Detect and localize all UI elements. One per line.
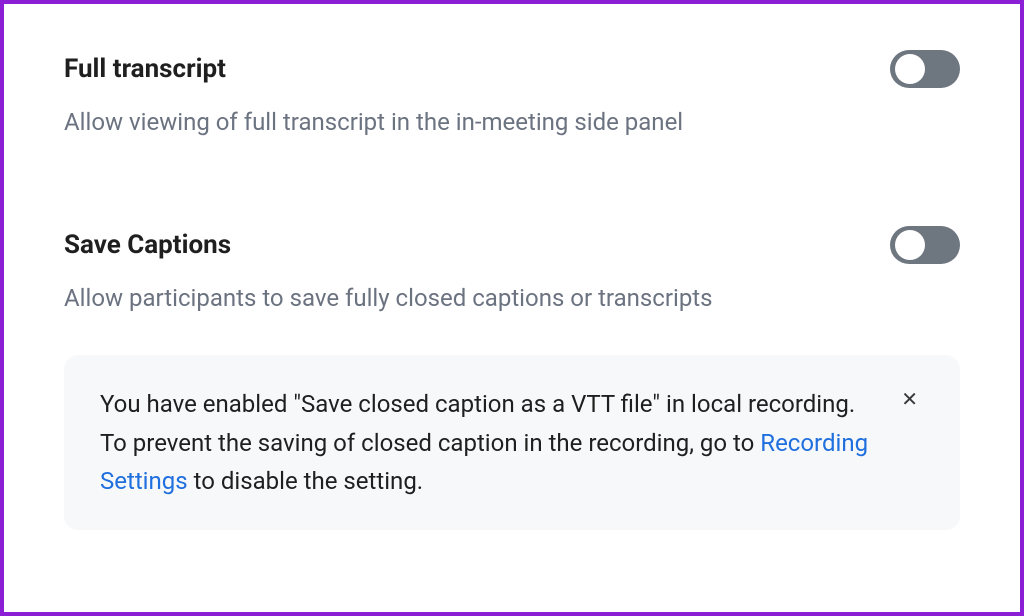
setting-full-transcript: Full transcript Allow viewing of full tr… [64, 54, 960, 140]
setting-description: Allow viewing of full transcript in the … [64, 106, 890, 140]
settings-panel: Full transcript Allow viewing of full tr… [0, 0, 1024, 616]
notice-text: You have enabled "Save closed caption as… [100, 385, 875, 500]
setting-description: Allow participants to save fully closed … [64, 282, 890, 316]
setting-title: Save Captions [64, 230, 890, 260]
toggle-knob [895, 54, 925, 84]
setting-title: Full transcript [64, 54, 890, 84]
info-notice: You have enabled "Save closed caption as… [64, 355, 960, 530]
full-transcript-toggle[interactable] [890, 50, 960, 88]
toggle-knob [895, 230, 925, 260]
setting-save-captions: Save Captions Allow participants to save… [64, 230, 960, 316]
save-captions-toggle[interactable] [890, 226, 960, 264]
close-icon[interactable]: ✕ [895, 385, 924, 413]
setting-text-block: Save Captions Allow participants to save… [64, 230, 890, 316]
notice-text-before: You have enabled "Save closed caption as… [100, 390, 855, 456]
setting-text-block: Full transcript Allow viewing of full tr… [64, 54, 890, 140]
notice-text-after: to disable the setting. [188, 467, 423, 495]
